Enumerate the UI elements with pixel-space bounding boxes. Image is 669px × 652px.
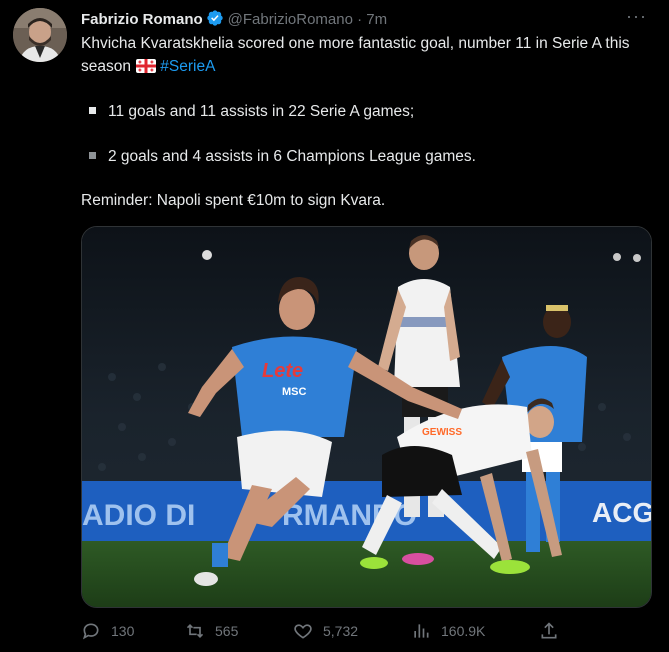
tweet[interactable]: Fabrizio Romano @FabrizioRomano · 7m ··· … [0, 0, 669, 652]
views-button[interactable]: 160.9K [411, 620, 485, 642]
separator-dot: · [357, 11, 363, 28]
avatar-image [13, 8, 67, 62]
hashtag-link[interactable]: #SerieA [160, 58, 215, 75]
author-handle[interactable]: @FabrizioRomano [228, 11, 353, 28]
like-button[interactable]: 5,732 [293, 620, 358, 642]
reply-count: 130 [111, 623, 135, 639]
like-count: 5,732 [323, 623, 359, 639]
football-photo-image: ADIO DI RMANDO ACG GEWISS Lete MSC [82, 227, 651, 607]
bullet-icon [89, 107, 96, 115]
share-button[interactable] [539, 620, 569, 642]
stat-ucl-text: 2 goals and 4 assists in 6 Champions Lea… [108, 148, 476, 165]
views-count: 160.9K [441, 623, 486, 639]
heart-icon [294, 624, 312, 639]
share-icon [541, 622, 557, 639]
stat-line-ucl: 2 goals and 4 assists in 6 Champions Lea… [81, 145, 476, 168]
banner-text-right: ACG [592, 497, 651, 528]
reminder-text: Reminder: Napoli spent €10m to sign Kvar… [81, 192, 386, 209]
jersey-sub-sponsor: MSC [282, 386, 307, 398]
georgia-flag-icon [136, 57, 157, 80]
retweet-button[interactable]: 565 [185, 620, 238, 642]
tweet-body: Khvicha Kvaratskhelia scored one more fa… [81, 32, 656, 80]
reminder-line: Reminder: Napoli spent €10m to sign Kvar… [81, 189, 385, 212]
bullet-icon [89, 152, 96, 160]
banner-text-left: ADIO DI [82, 499, 195, 532]
reply-button[interactable]: 130 [81, 620, 134, 642]
reply-icon [82, 623, 99, 640]
tweet-photo[interactable]: ADIO DI RMANDO ACG GEWISS Lete MSC [81, 226, 652, 608]
stat-line-serie-a: 11 goals and 11 assists in 22 Serie A ga… [81, 100, 414, 123]
analytics-icon [414, 624, 429, 638]
more-options-icon[interactable]: ··· [626, 6, 647, 27]
stat-serie-a-text: 11 goals and 11 assists in 22 Serie A ga… [108, 103, 415, 120]
retweet-count: 565 [215, 623, 239, 639]
tweet-header: Fabrizio Romano @FabrizioRomano · 7m [81, 9, 649, 29]
tweet-text-intro: Khvicha Kvaratskhelia scored one more fa… [81, 32, 656, 80]
timestamp[interactable]: 7m [366, 11, 387, 28]
author-name[interactable]: Fabrizio Romano [81, 11, 203, 28]
tweet-actions: 130 565 5,732 160.9K [81, 620, 571, 642]
away-shirt-sponsor: GEWISS [422, 427, 462, 438]
verified-badge-icon [206, 9, 224, 33]
retweet-icon [186, 623, 204, 639]
jersey-sponsor: Lete [262, 360, 303, 382]
avatar[interactable] [13, 8, 67, 62]
